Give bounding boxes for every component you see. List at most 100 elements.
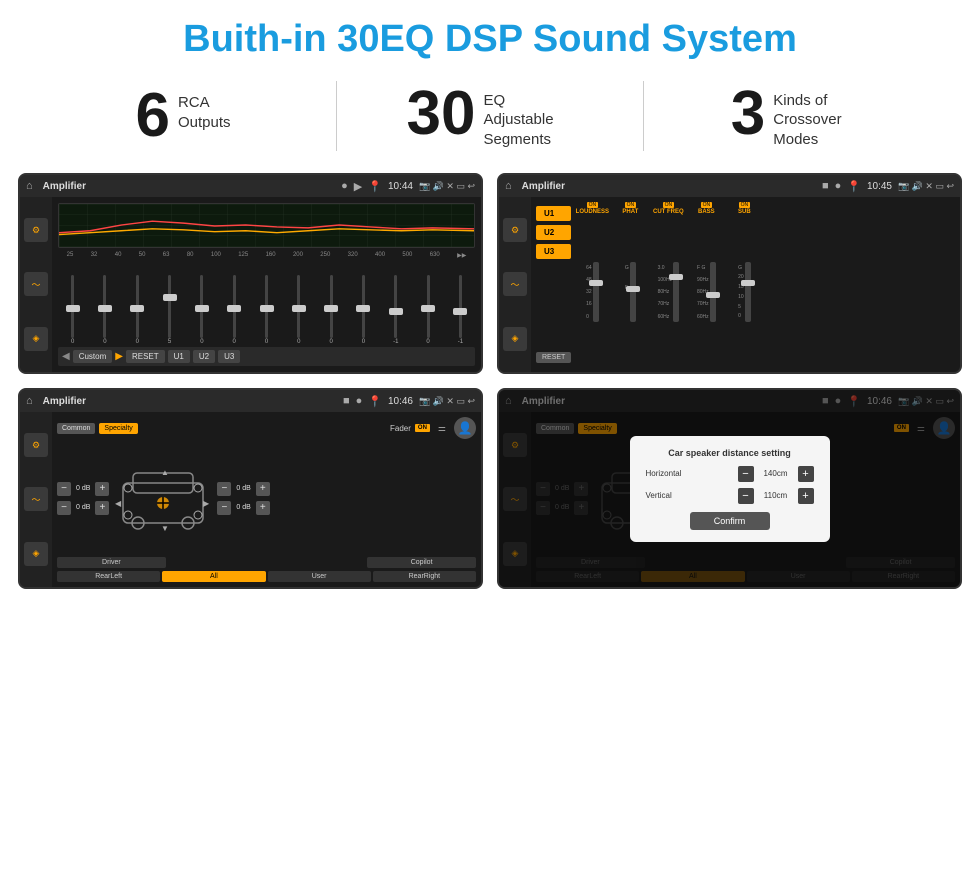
vertical-value: 110cm	[758, 491, 794, 500]
left-top-db: − 0 dB +	[57, 482, 109, 496]
eq-main: 253240506380 100125160200250320 40050063…	[52, 197, 481, 372]
amp3-sidebar-btn-2[interactable]: 〜	[24, 487, 48, 511]
screen1-topbar: ⌂ Amplifier ● ▶ 📍 10:44 📷 🔊 ✕ ▭ ↩	[20, 175, 481, 197]
screens-grid: ⌂ Amplifier ● ▶ 📍 10:44 📷 🔊 ✕ ▭ ↩ ⚙ 〜 ◈	[0, 165, 980, 597]
stat-crossover: 3 Kinds ofCrossover Modes	[674, 83, 920, 150]
eq-slider-4[interactable]: 0	[187, 275, 216, 345]
eq-slider-12[interactable]: -1	[446, 275, 475, 345]
stat-eq-number: 30	[407, 83, 476, 145]
stat-rca-label: RCAOutputs	[178, 85, 231, 132]
eq-slider-10[interactable]: -1	[381, 275, 410, 345]
phat-channel: ON PHAT GF	[612, 202, 648, 367]
driver-btn[interactable]: Driver	[57, 557, 166, 568]
phat-label: PHAT	[622, 209, 638, 215]
sub-label: SUB	[738, 209, 751, 215]
eq-slider-2[interactable]: 0	[123, 275, 152, 345]
user-btn[interactable]: User	[268, 571, 371, 582]
left-top-minus[interactable]: −	[57, 482, 71, 496]
left-bot-val: 0 dB	[73, 504, 93, 511]
confirm-button[interactable]: Confirm	[690, 512, 770, 530]
cutfreq-slider[interactable]	[673, 262, 679, 322]
all-btn[interactable]: All	[162, 571, 265, 582]
amp2-sidebar-btn-3[interactable]: ◈	[503, 327, 527, 351]
right-top-minus[interactable]: −	[217, 482, 231, 496]
right-bot-val: 0 dB	[233, 504, 253, 511]
loudness-on[interactable]: ON	[587, 202, 599, 208]
horizontal-control: − 140cm +	[738, 466, 814, 482]
screen3-topbar: ⌂ Amplifier ■ ● 📍 10:46 📷 🔊 ✕ ▭ ↩	[20, 390, 481, 412]
dot2b-icon: ●	[835, 180, 842, 192]
u2-btn-1[interactable]: U2	[193, 350, 215, 363]
eq-slider-0[interactable]: 0	[58, 275, 87, 345]
stat-divider-1	[336, 81, 337, 151]
vertical-plus[interactable]: +	[798, 488, 814, 504]
eq-slider-11[interactable]: 0	[413, 275, 442, 345]
reset-btn-2[interactable]: RESET	[536, 352, 571, 363]
custom-btn[interactable]: Custom	[73, 350, 113, 363]
sub-slider[interactable]	[745, 262, 751, 322]
vertical-control: − 110cm +	[738, 488, 814, 504]
eq-slider-9[interactable]: 0	[349, 275, 378, 345]
loudness-slider[interactable]	[593, 262, 599, 322]
prev-arrow[interactable]: ◀	[62, 351, 70, 362]
u1-btn-1[interactable]: U1	[168, 350, 190, 363]
left-top-plus[interactable]: +	[95, 482, 109, 496]
u1-preset[interactable]: U1	[536, 206, 571, 221]
specialty-tab-3[interactable]: Specialty	[99, 423, 137, 434]
right-bot-minus[interactable]: −	[217, 501, 231, 515]
eq-slider-7[interactable]: 0	[284, 275, 313, 345]
eq-slider-3[interactable]: 5	[155, 275, 184, 345]
eq-sidebar-btn-1[interactable]: ⚙	[24, 218, 48, 242]
phat-on[interactable]: ON	[625, 202, 637, 208]
left-bot-plus[interactable]: +	[95, 501, 109, 515]
sub-on[interactable]: ON	[739, 202, 751, 208]
amp3-bottom-btns: Driver Copilot	[57, 557, 476, 568]
left-bot-minus[interactable]: −	[57, 501, 71, 515]
stat-crossover-label: Kinds ofCrossover Modes	[773, 83, 863, 150]
eq-sidebar-btn-3[interactable]: ◈	[24, 327, 48, 351]
amp3-sidebar-btn-1[interactable]: ⚙	[24, 433, 48, 457]
person-icon[interactable]: 👤	[454, 417, 476, 439]
copilot-btn[interactable]: Copilot	[367, 557, 476, 568]
pin3-icon: 📍	[368, 395, 382, 408]
amp-bottom-main: Common Specialty Fader ON ⚌ 👤 −	[52, 412, 481, 587]
amp2-sidebar-btn-2[interactable]: 〜	[503, 272, 527, 296]
u3-preset[interactable]: U3	[536, 244, 571, 259]
eq-slider-6[interactable]: 0	[252, 275, 281, 345]
bass-slider[interactable]	[710, 262, 716, 322]
fader-on[interactable]: ON	[415, 424, 430, 432]
rearright-btn[interactable]: RearRight	[373, 571, 476, 582]
bass-on[interactable]: ON	[701, 202, 713, 208]
eq-slider-5[interactable]: 0	[220, 275, 249, 345]
stat-rca-number: 6	[135, 85, 169, 147]
amp2-sidebar-btn-1[interactable]: ⚙	[503, 218, 527, 242]
screen-speaker: ⌂ Amplifier ■ ● 📍 10:46 📷 🔊 ✕ ▭ ↩ ⚙ 〜 ◈ …	[18, 388, 483, 589]
u3-btn-1[interactable]: U3	[218, 350, 240, 363]
page-wrapper: Buith-in 30EQ DSP Sound System 6 RCAOutp…	[0, 0, 980, 597]
play-btn[interactable]: ▶	[115, 351, 123, 362]
horizontal-minus[interactable]: −	[738, 466, 754, 482]
play-icon: ▶	[354, 180, 362, 193]
stat-eq: 30 EQ AdjustableSegments	[367, 83, 613, 150]
rearleft-btn[interactable]: RearLeft	[57, 571, 160, 582]
vertical-minus[interactable]: −	[738, 488, 754, 504]
eq-sidebar-btn-2[interactable]: 〜	[24, 272, 48, 296]
screen1-status-icons: 📷 🔊 ✕ ▭ ↩	[419, 181, 475, 192]
common-tab-3[interactable]: Common	[57, 423, 95, 434]
pin-icon: 📍	[368, 180, 382, 193]
phat-slider[interactable]	[630, 262, 636, 322]
cutfreq-channel: ON CUT FREQ 3.0100Hz80Hz70Hz60Hz	[650, 202, 686, 367]
eq-slider-1[interactable]: 0	[90, 275, 119, 345]
horizontal-plus[interactable]: +	[798, 466, 814, 482]
pin2-icon: 📍	[847, 180, 861, 193]
reset-btn-1[interactable]: RESET	[126, 350, 165, 363]
svg-text:▲: ▲	[161, 468, 169, 477]
right-bot-plus[interactable]: +	[256, 501, 270, 515]
cutfreq-on[interactable]: ON	[663, 202, 675, 208]
right-top-plus[interactable]: +	[256, 482, 270, 496]
u2-preset[interactable]: U2	[536, 225, 571, 240]
screen2-title: Amplifier	[522, 181, 816, 192]
bass-channel: ON BASS F G90Hz80Hz70Hz60Hz	[688, 202, 724, 367]
eq-slider-8[interactable]: 0	[317, 275, 346, 345]
amp3-sidebar-btn-3[interactable]: ◈	[24, 542, 48, 566]
